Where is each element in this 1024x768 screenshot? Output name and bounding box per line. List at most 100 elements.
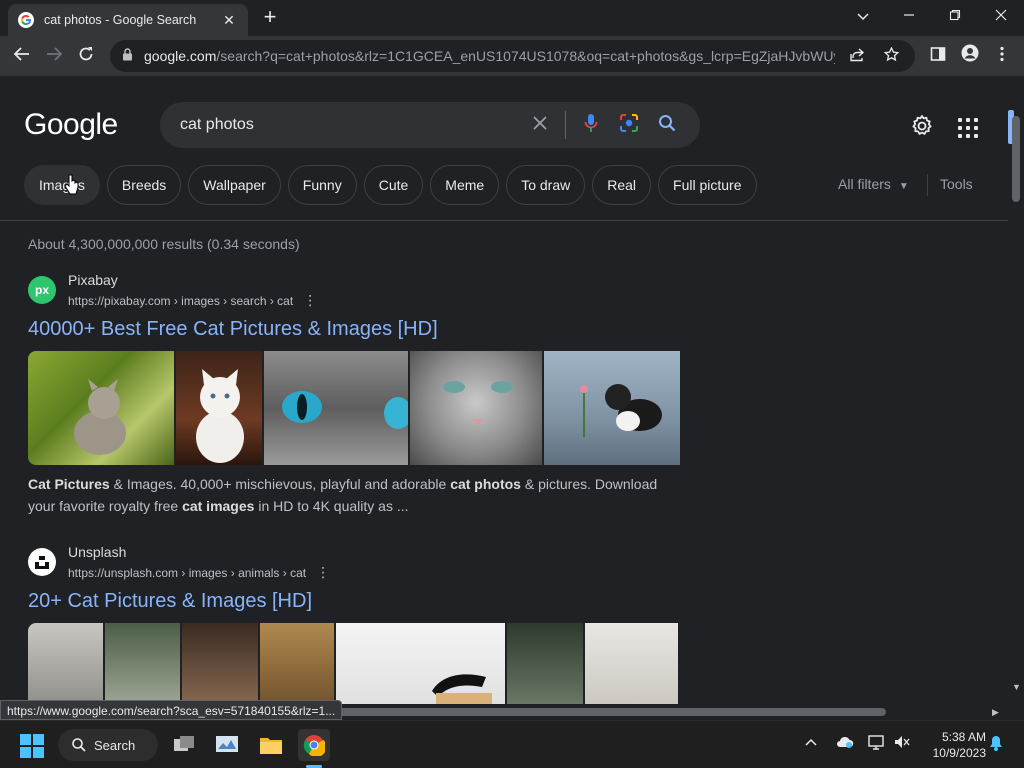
image-thumbnail[interactable]: [410, 351, 542, 465]
image-thumbnail[interactable]: [260, 623, 334, 704]
search-result-pixabay: px Pixabay https://pixabay.com › images …: [28, 272, 688, 517]
settings-gear-icon[interactable]: [908, 114, 936, 142]
tab-title: cat photos - Google Search: [44, 13, 197, 27]
file-explorer-icon[interactable]: [255, 729, 287, 761]
network-icon[interactable]: [868, 735, 886, 754]
link-status-bubble: https://www.google.com/search?sca_esv=57…: [0, 700, 343, 720]
google-apps-grid-icon[interactable]: [956, 116, 980, 140]
volume-muted-icon[interactable]: [894, 735, 910, 752]
chip-real[interactable]: Real: [592, 165, 652, 205]
address-bar[interactable]: google.com/search?q=cat+photos&rlz=1C1GC…: [110, 40, 915, 72]
image-thumbnail[interactable]: [105, 623, 180, 704]
more-options-icon[interactable]: ⋮: [316, 564, 330, 580]
hand-cursor-icon: [64, 174, 78, 195]
microphone-icon[interactable]: [578, 113, 604, 138]
chip-wallpaper[interactable]: Wallpaper: [188, 165, 281, 205]
search-result-unsplash: Unsplash https://unsplash.com › images ›…: [28, 544, 688, 704]
site-name: Pixabay: [68, 272, 118, 288]
taskbar-search-label: Search: [94, 737, 136, 753]
image-thumbnail[interactable]: [176, 351, 262, 465]
image-thumbnail[interactable]: [507, 623, 583, 704]
chip-funny[interactable]: Funny: [287, 165, 357, 205]
image-thumbnail[interactable]: [182, 623, 258, 704]
taskbar-search[interactable]: Search: [58, 729, 158, 761]
site-url-text: https://pixabay.com › images › search › …: [68, 294, 294, 308]
side-panel-icon[interactable]: [926, 44, 950, 68]
image-strip: [28, 623, 688, 704]
chrome-taskbar-icon[interactable]: [298, 729, 330, 761]
vertical-scroll-thumb[interactable]: [1012, 116, 1020, 202]
close-window-icon[interactable]: [989, 4, 1013, 28]
clock-date: 10/9/2023: [932, 746, 986, 760]
site-url: https://unsplash.com › images › animals …: [68, 564, 330, 581]
all-filters-button[interactable]: All filters ▼: [838, 176, 909, 192]
clock-time: 5:38 AM: [941, 730, 986, 744]
chip-to-draw[interactable]: To draw: [506, 165, 586, 205]
chip-cute[interactable]: Cute: [363, 165, 424, 205]
windows-taskbar: Search 5:38 AM 10/9/2023: [0, 720, 1024, 768]
image-thumbnail[interactable]: [544, 351, 680, 465]
site-header[interactable]: px Pixabay https://pixabay.com › images …: [28, 272, 688, 312]
onedrive-cloud-icon[interactable]: [836, 735, 854, 752]
google-logo[interactable]: Google: [24, 108, 118, 142]
site-url-text: https://unsplash.com › images › animals …: [68, 566, 307, 580]
snippet-text: in HD to 4K quality as ...: [254, 498, 409, 514]
site-name: Unsplash: [68, 544, 127, 560]
windows-start-icon[interactable]: [20, 734, 44, 758]
search-filter-chips: Images Breeds Wallpaper Funny Cute Meme …: [24, 165, 757, 205]
minimize-icon[interactable]: [897, 4, 921, 28]
tray-chevron-up-icon[interactable]: [805, 735, 817, 751]
site-url: https://pixabay.com › images › search › …: [68, 292, 317, 309]
site-header[interactable]: Unsplash https://unsplash.com › images ›…: [28, 544, 688, 584]
monitor-app-icon[interactable]: [211, 729, 243, 761]
clear-search-icon[interactable]: [527, 115, 553, 136]
image-thumbnail[interactable]: [336, 623, 505, 704]
chip-breeds[interactable]: Breeds: [106, 165, 182, 205]
address-url: google.com/search?q=cat+photos&rlz=1C1GC…: [144, 48, 835, 64]
search-icon: [72, 738, 86, 752]
share-icon[interactable]: [845, 47, 869, 66]
close-tab-icon[interactable]: ✕: [220, 12, 238, 29]
tab-search-chevron-icon[interactable]: [851, 4, 875, 28]
image-thumbnail[interactable]: [28, 351, 174, 465]
snippet-bold: cat photos: [450, 476, 521, 492]
header-divider: [0, 220, 1008, 221]
search-input[interactable]: cat photos: [180, 116, 515, 134]
scroll-right-arrow-icon[interactable]: ▶: [992, 704, 1004, 720]
tab-strip: cat photos - Google Search ✕ +: [0, 0, 1024, 36]
profile-icon[interactable]: [958, 44, 982, 68]
scroll-down-arrow-icon[interactable]: ▼: [1012, 682, 1021, 692]
result-title-link[interactable]: 40000+ Best Free Cat Pictures & Images […: [28, 318, 688, 341]
vertical-scrollbar[interactable]: ▼: [1008, 76, 1024, 704]
more-options-icon[interactable]: ⋮: [303, 292, 317, 308]
tools-button[interactable]: Tools: [940, 176, 973, 192]
image-thumbnail[interactable]: [28, 623, 103, 704]
search-icon[interactable]: [654, 114, 680, 137]
task-view-icon[interactable]: [168, 729, 200, 761]
bookmark-star-icon[interactable]: [879, 45, 903, 66]
chrome-menu-icon[interactable]: [990, 44, 1014, 68]
url-path: /search?q=cat+photos&rlz=1C1GCEA_enUS107…: [216, 48, 835, 64]
taskbar-clock[interactable]: 5:38 AM 10/9/2023: [920, 729, 986, 761]
result-title-link[interactable]: 20+ Cat Pictures & Images [HD]: [28, 590, 688, 613]
chip-full-picture[interactable]: Full picture: [658, 165, 757, 205]
search-results-page: Google cat photos Images Breeds Wallpape…: [0, 76, 1008, 704]
tab-cat-photos[interactable]: cat photos - Google Search ✕: [8, 4, 248, 36]
forward-arrow-icon[interactable]: [42, 44, 66, 68]
chip-images[interactable]: Images: [24, 165, 100, 205]
restore-icon[interactable]: [943, 4, 967, 28]
google-lens-icon[interactable]: [616, 113, 642, 138]
all-filters-label: All filters: [838, 176, 891, 192]
chip-meme[interactable]: Meme: [430, 165, 500, 205]
new-tab-button[interactable]: +: [258, 6, 282, 30]
url-host: google.com: [144, 48, 217, 64]
search-box[interactable]: cat photos: [160, 102, 700, 148]
lock-icon[interactable]: [122, 48, 136, 64]
image-thumbnail[interactable]: [585, 623, 678, 704]
reload-icon[interactable]: [74, 44, 98, 68]
back-arrow-icon[interactable]: [10, 44, 34, 68]
browser-toolbar: google.com/search?q=cat+photos&rlz=1C1GC…: [0, 36, 1024, 76]
filter-divider: [927, 174, 928, 196]
notification-bell-icon[interactable]: [989, 735, 1003, 754]
image-thumbnail[interactable]: [264, 351, 408, 465]
